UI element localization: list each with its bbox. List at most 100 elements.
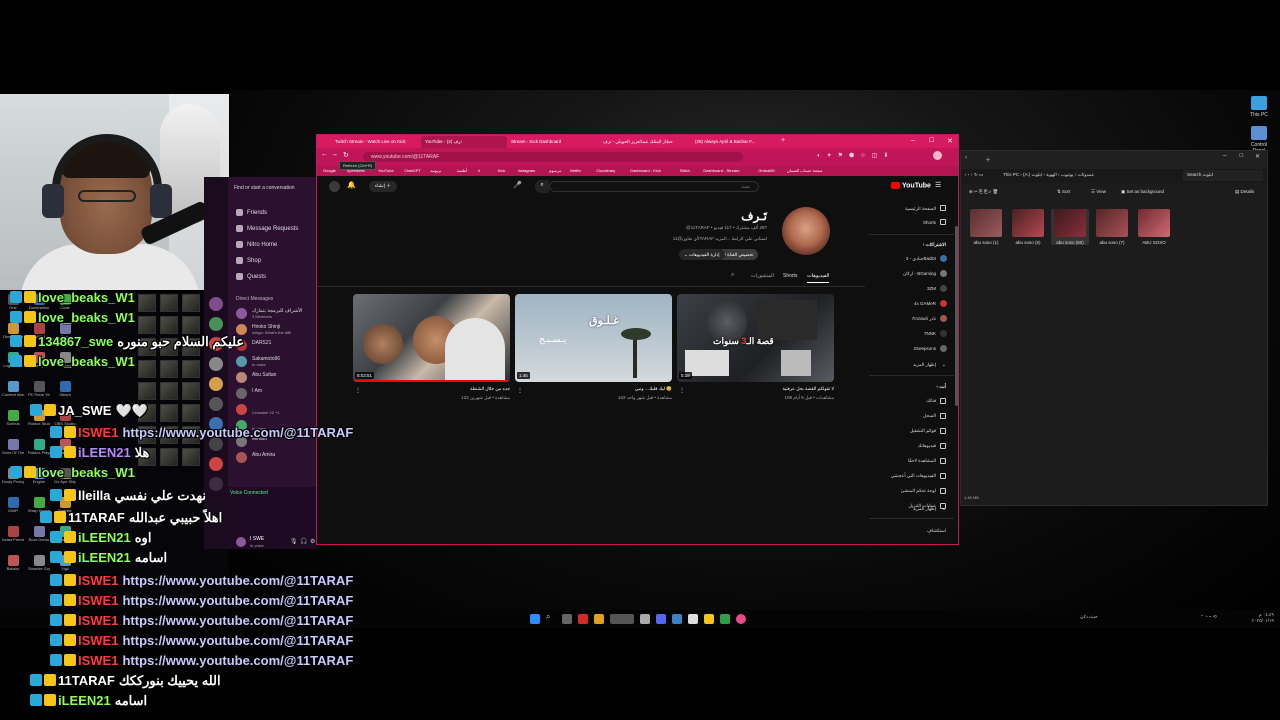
desktop-app-icon[interactable]: Roblox Player [28, 439, 50, 456]
subscription-item[interactable]: 2Seepsons [913, 346, 936, 351]
desktop-app-icon[interactable]: Scribus [2, 410, 24, 427]
bookmark[interactable]: Dashboard - Stream [703, 168, 739, 173]
server-icon[interactable] [209, 357, 223, 371]
app-icon[interactable] [640, 614, 650, 624]
you-item[interactable]: فيديوهاتك [918, 443, 936, 449]
explorer-search-input[interactable]: Search ابلوت [1183, 170, 1263, 181]
bookmark[interactable]: Kick [498, 168, 506, 173]
tab-shorts[interactable]: Shorts [783, 273, 797, 279]
sidebar-show-more[interactable]: إظهار المزيد [913, 362, 936, 368]
headphones-icon[interactable]: 🎧 [300, 538, 307, 545]
game-thumbnail[interactable] [182, 448, 200, 466]
youtube-logo[interactable]: YouTube [891, 182, 931, 189]
game-thumbnail[interactable] [182, 294, 200, 312]
file-item[interactable]: ABU SOSO [1135, 209, 1173, 245]
close-icon[interactable]: ✕ [947, 137, 953, 145]
game-thumbnail[interactable] [182, 404, 200, 422]
task-view-icon[interactable] [562, 614, 572, 624]
toolbar-actions[interactable]: ⊕ ✂ ⎘ ⎗ ⤴ 🗑 [969, 189, 998, 195]
app-icon[interactable] [720, 614, 730, 624]
settings-icon[interactable]: ⚙ [310, 538, 315, 545]
bookmark[interactable]: YouTube [378, 168, 394, 173]
manage-videos-button[interactable]: ⌄ إدارة الفيديوهات [679, 249, 725, 260]
you-item[interactable]: السجل [923, 413, 936, 419]
server-icon[interactable] [209, 297, 223, 311]
game-thumbnail[interactable] [160, 382, 178, 400]
game-thumbnail[interactable] [138, 316, 156, 334]
game-thumbnail[interactable] [160, 294, 178, 312]
video-card[interactable]: غـلـوق يـسـبـح 1:45 ⋮ ليك قلبك... ونبي 😊… [515, 294, 672, 404]
tab-always-april[interactable]: (28) Always April & Bashar F... [691, 136, 783, 148]
folder-icon[interactable] [704, 614, 714, 624]
desktop-app-icon[interactable]: GIMP [2, 497, 24, 514]
game-thumbnail[interactable] [160, 316, 178, 334]
scrollbar[interactable] [955, 226, 958, 406]
set-background-button[interactable]: ▣ Set as background [1121, 189, 1164, 195]
search-icon[interactable]: ⌕ [546, 612, 556, 622]
dm-item[interactable]: Abu Amira [236, 451, 316, 465]
dm-item[interactable]: Hiroko Shinji Ichigo: What's the diffi [236, 323, 316, 337]
account-avatar[interactable] [329, 181, 340, 192]
game-thumbnail[interactable] [182, 360, 200, 378]
server-icon[interactable] [209, 397, 223, 411]
app-icon[interactable] [672, 614, 682, 624]
bookmark[interactable]: أطعمة [457, 168, 468, 173]
you-header[interactable]: ‹ أنت [936, 384, 946, 390]
sidebar-show-less[interactable]: إظهار المزيد [913, 506, 936, 512]
close-icon[interactable]: ✕ [1255, 153, 1260, 160]
bookmark[interactable]: Dashboard - Kick [630, 168, 661, 173]
explorer-back-icon[interactable]: ‹ [965, 155, 967, 161]
game-thumbnail[interactable] [138, 360, 156, 378]
nav-message-requests[interactable]: Message Requests [236, 225, 298, 232]
tab-posts[interactable]: المنشورات [751, 273, 774, 279]
you-item[interactable]: قوائم التشغيل [910, 428, 936, 434]
create-button[interactable]: إنشاء ＋ [369, 181, 397, 192]
subscription-item[interactable]: 3ZM [927, 286, 936, 291]
file-item[interactable]: abu soso (6) [1009, 209, 1047, 245]
desktop-app-icon[interactable]: Stumble Guys [28, 555, 50, 572]
bookmark[interactable]: Stitch [680, 168, 690, 173]
you-item[interactable]: المشاهدة لاحقًا [908, 458, 936, 464]
game-thumbnail[interactable] [138, 382, 156, 400]
tab-videos[interactable]: الفيديوهات [807, 273, 830, 283]
maximize-icon[interactable]: ☐ [1239, 153, 1243, 159]
subscription-item[interactable]: اركان - BGaming [903, 271, 936, 277]
bookmark[interactable]: مرسوم [549, 168, 561, 173]
you-item[interactable]: لوحة تحكم المنشئ [901, 488, 936, 494]
sidebar-home[interactable]: الصفحة الرئيسية [905, 206, 936, 212]
mic-icon[interactable]: 🎙 [290, 538, 298, 545]
refresh-icon[interactable]: ↻ [343, 151, 349, 159]
bookmark[interactable]: X [478, 168, 481, 173]
tab-youtube[interactable]: YouTube - ترف (2) [421, 136, 507, 148]
video-thumbnail[interactable]: قصة الـ3 سنوات [677, 294, 834, 382]
sort-button[interactable]: ⇅ Sort [1057, 189, 1070, 195]
nav-friends[interactable]: Friends [236, 209, 267, 216]
minimize-icon[interactable]: – [911, 137, 915, 144]
file-item-selected[interactable]: abu soso (60) [1051, 209, 1089, 245]
game-thumbnail[interactable] [160, 404, 178, 422]
video-thumbnail[interactable]: غـلـوق يـسـبـح [515, 294, 672, 382]
desktop-app-icon[interactable]: Steam [54, 381, 76, 398]
app-icon[interactable] [610, 614, 634, 624]
profile-avatar[interactable] [933, 151, 942, 160]
video-card[interactable]: قصة الـ3 سنوات 5:18 ⋮ لا تقولكم القصة بح… [677, 294, 834, 404]
more-icon[interactable]: ⋮ [517, 387, 523, 394]
start-icon[interactable] [530, 614, 540, 624]
more-icon[interactable]: ⋮ [355, 387, 361, 394]
app-icon[interactable] [688, 614, 698, 624]
dm-item[interactable]: Abu Sultan [236, 371, 316, 385]
bookmark[interactable]: Instagram [518, 168, 536, 173]
game-thumbnail[interactable] [160, 448, 178, 466]
dm-item[interactable]: I Am [236, 387, 316, 401]
bookmark[interactable]: بريونيه [430, 168, 441, 173]
bookmark[interactable]: Netflix [570, 168, 581, 173]
youtube-search-input[interactable]: بحث [549, 181, 759, 192]
explorer-address-bar[interactable]: ‹ › ↑ ↻ ▭ This PC › (A:) عمدوثات › يوتيو… [961, 169, 1267, 183]
subscription-item[interactable]: جنادي - 3BadDI [906, 256, 936, 262]
details-button[interactable]: ▤ Details [1235, 189, 1254, 195]
sidebar-shorts[interactable]: Shorts [923, 220, 936, 225]
bookmark[interactable]: Google [323, 168, 336, 173]
dm-item[interactable]: Crossfair V2 +1 [236, 403, 316, 417]
more-icon[interactable]: ⋮ [679, 387, 685, 394]
desktop-app-icon[interactable]: Pit There Yet [28, 381, 50, 398]
